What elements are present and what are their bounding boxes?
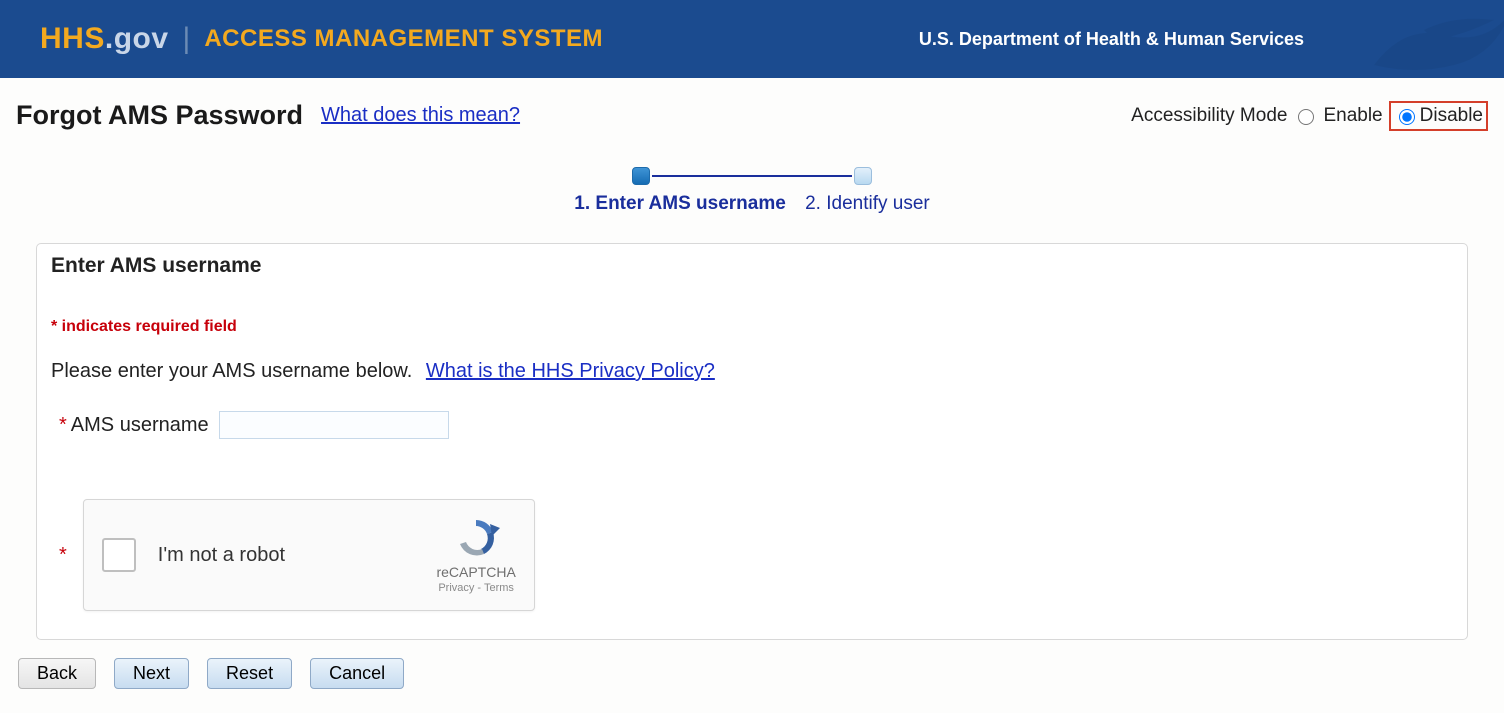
username-input[interactable] <box>219 411 449 439</box>
logo-divider: | <box>183 22 191 56</box>
username-label: AMS username <box>71 414 209 437</box>
instruction-text: Please enter your AMS username below. <box>51 360 412 382</box>
recaptcha-label: I'm not a robot <box>158 544 437 567</box>
wizard-progress: 1. Enter AMS username 2. Identify user <box>0 167 1504 215</box>
site-logo: HHS.gov <box>40 22 169 56</box>
panel-title: Enter AMS username <box>51 254 1453 278</box>
accessibility-disable-radio[interactable] <box>1399 109 1415 125</box>
progress-bar <box>652 175 852 177</box>
accessibility-disable-label: Disable <box>1420 105 1483 127</box>
reset-button[interactable]: Reset <box>207 658 292 689</box>
progress-label-step2: 2. Identify user <box>805 193 930 214</box>
logo-text-hhs: HHS <box>40 22 105 55</box>
next-button[interactable]: Next <box>114 658 189 689</box>
progress-label-step1: 1. Enter AMS username <box>574 193 786 214</box>
help-link[interactable]: What does this mean? <box>321 104 520 127</box>
subheader: Forgot AMS Password What does this mean?… <box>0 78 1504 131</box>
progress-dot-step1 <box>632 167 650 185</box>
instruction-row: Please enter your AMS username below. Wh… <box>51 360 1453 383</box>
required-note: * indicates required field <box>51 318 1453 336</box>
progress-dot-step2 <box>854 167 872 185</box>
recaptcha-brand-text: reCAPTCHA <box>436 564 515 580</box>
accessibility-enable-label: Enable <box>1323 105 1382 127</box>
progress-labels: 1. Enter AMS username 2. Identify user <box>574 193 929 215</box>
button-row: Back Next Reset Cancel <box>18 658 1504 689</box>
site-header: HHS.gov | ACCESS MANAGEMENT SYSTEM U.S. … <box>0 0 1504 78</box>
accessibility-label: Accessibility Mode <box>1131 105 1287 127</box>
cancel-button[interactable]: Cancel <box>310 658 404 689</box>
accessibility-disable-highlight: Disable <box>1389 101 1488 131</box>
required-star-icon: * <box>59 414 67 437</box>
page-title: Forgot AMS Password <box>16 100 303 131</box>
accessibility-mode: Accessibility Mode Enable Disable <box>1131 101 1488 131</box>
department-name: U.S. Department of Health & Human Servic… <box>919 29 1304 50</box>
username-field-row: * AMS username <box>59 411 1453 439</box>
privacy-policy-link[interactable]: What is the HHS Privacy Policy? <box>426 360 715 382</box>
required-star-icon: * <box>59 544 67 567</box>
progress-track <box>632 167 872 185</box>
recaptcha-branding: reCAPTCHA Privacy - Terms <box>436 516 515 594</box>
logo-text-dot: . <box>105 22 114 55</box>
app-title: ACCESS MANAGEMENT SYSTEM <box>204 25 603 53</box>
captcha-row: * I'm not a robot reCAPTCHA Privacy - Te… <box>59 499 1453 611</box>
recaptcha-icon <box>450 516 502 560</box>
recaptcha-checkbox[interactable] <box>102 538 136 572</box>
form-panel: Enter AMS username * indicates required … <box>36 243 1468 640</box>
accessibility-enable-radio[interactable] <box>1298 109 1314 125</box>
recaptcha-widget: I'm not a robot reCAPTCHA Privacy - Term… <box>83 499 535 611</box>
eagle-watermark-icon <box>1364 0 1504 78</box>
recaptcha-terms-text: Privacy - Terms <box>436 582 515 594</box>
back-button[interactable]: Back <box>18 658 96 689</box>
logo-text-gov: gov <box>114 22 169 55</box>
